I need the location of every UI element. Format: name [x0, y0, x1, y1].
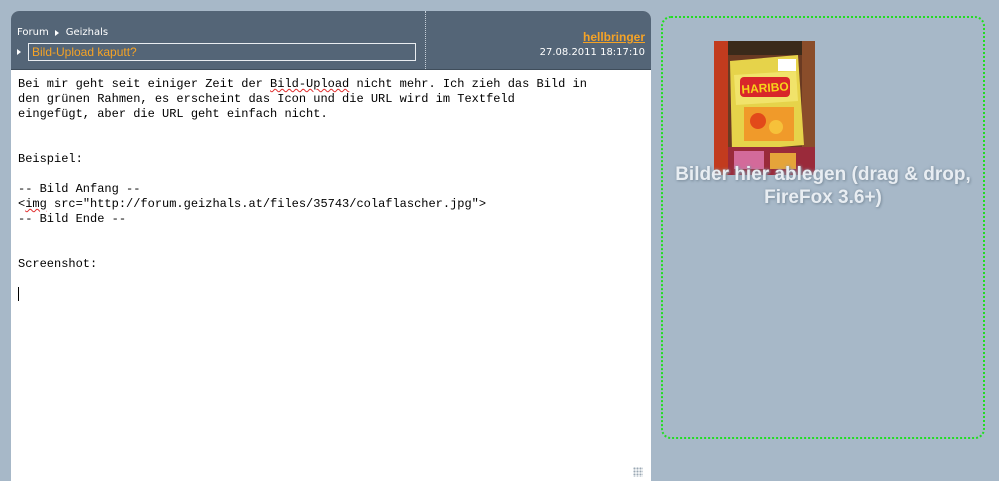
- breadcrumb-arrow-icon: [54, 29, 59, 36]
- breadcrumb: Forum Geizhals: [17, 27, 108, 38]
- misspelled-word: img: [25, 197, 47, 211]
- post-timestamp: 27.08.2011 18:17:10: [539, 47, 645, 58]
- post-header: Forum Geizhals hellbringer 27.08.2011 18…: [11, 11, 651, 70]
- text-caret: [18, 287, 19, 301]
- post-editor-panel: Forum Geizhals hellbringer 27.08.2011 18…: [11, 11, 651, 481]
- message-textarea[interactable]: Bei mir geht seit einiger Zeit der Bild-…: [11, 70, 651, 481]
- subject-arrow-icon: [17, 49, 21, 55]
- dropzone-label: Bilder hier ablegen (drag & drop, FireFo…: [675, 164, 971, 208]
- breadcrumb-forum-link[interactable]: Forum: [17, 27, 49, 38]
- resize-grip-icon[interactable]: [633, 467, 643, 477]
- message-text-part: Bei mir geht seit einiger Zeit der: [18, 77, 271, 91]
- dropped-image-thumbnail: HARIBO: [714, 41, 815, 175]
- subject-input[interactable]: [28, 43, 416, 61]
- message-text-part: nicht mehr. Ich zieh das Bild in den grü…: [18, 77, 587, 211]
- breadcrumb-geizhals-link[interactable]: Geizhals: [66, 27, 108, 38]
- misspelled-word: Bild-Upload: [270, 77, 350, 91]
- message-text-part: src="http://forum.geizhals.at/files/3574…: [18, 197, 487, 271]
- subject-row: [17, 41, 416, 63]
- author-link[interactable]: hellbringer: [583, 30, 645, 44]
- image-dropzone[interactable]: HARIBO Bilder hier ablegen (drag & drop,…: [661, 16, 985, 439]
- header-divider: [425, 11, 426, 69]
